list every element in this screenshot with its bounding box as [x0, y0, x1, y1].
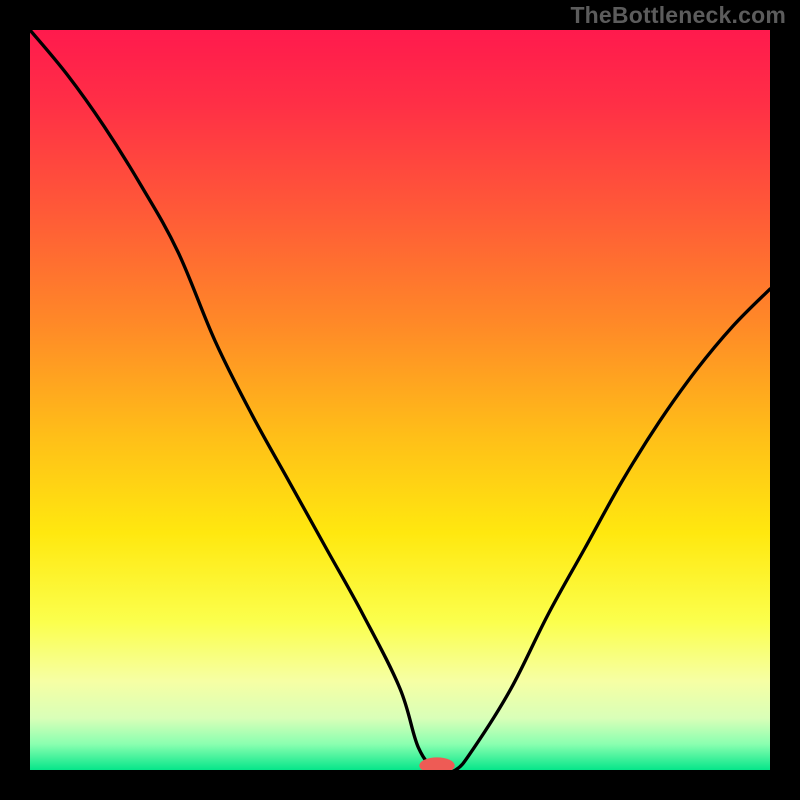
chart-frame: TheBottleneck.com [0, 0, 800, 800]
gradient-background [30, 30, 770, 770]
bottleneck-chart [30, 30, 770, 770]
watermark-label: TheBottleneck.com [570, 2, 786, 29]
